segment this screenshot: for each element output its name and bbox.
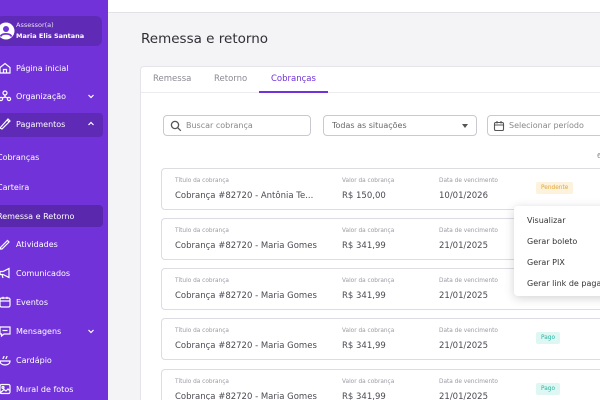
charge-value: R$ 341,99 xyxy=(342,341,386,351)
sidebar-item-label: Cobranças xyxy=(0,153,40,162)
menu-item-generate-pix[interactable]: Gerar PIX xyxy=(527,258,565,267)
charge-title: Cobrança #82720 - Maria Gomes xyxy=(175,392,317,400)
column-label-value: Valor da cobrança xyxy=(342,228,395,234)
sidebar-item-label: Pagamentos xyxy=(16,120,66,129)
sidebar-item-label: Comunicados xyxy=(16,269,71,278)
sidebar-item-label: Eventos xyxy=(16,298,48,307)
table-row[interactable]: Título da cobrança Cobrança #82720 - Ant… xyxy=(161,168,600,210)
sidebar-item-label: Mensagens xyxy=(16,327,62,336)
column-label-title: Título da cobrança xyxy=(175,379,229,385)
charge-due-date: 21/01/2025 xyxy=(439,341,488,351)
sidebar-item-label: Carteira xyxy=(0,183,30,192)
tab-cobrancas[interactable]: Cobranças xyxy=(259,74,328,93)
sidebar-subitem-charges[interactable]: Cobranças xyxy=(0,146,108,168)
charge-due-date: 10/01/2026 xyxy=(439,191,488,201)
status-badge: Pago xyxy=(536,383,561,395)
tab-remessa[interactable]: Remessa xyxy=(153,74,191,93)
sidebar-item-menu[interactable]: Cardápio xyxy=(0,349,108,373)
organization-icon xyxy=(0,90,12,102)
sidebar-item-label: Atividades xyxy=(16,240,58,249)
activities-icon xyxy=(0,239,10,250)
user-name: Maria Elis Santana xyxy=(16,32,85,40)
menu-item-generate-boleto[interactable]: Gerar boleto xyxy=(527,237,577,246)
search-input[interactable] xyxy=(186,118,306,133)
period-placeholder: Selecionar período xyxy=(509,121,584,130)
charge-value: R$ 150,00 xyxy=(342,191,386,201)
chevron-down-icon xyxy=(88,329,94,334)
sidebar-item-home[interactable]: Página inicial xyxy=(0,57,108,81)
table-row[interactable]: Título da cobrança Cobrança #82720 - Mar… xyxy=(161,318,600,360)
chat-icon xyxy=(0,326,11,338)
charge-title: Cobrança #82720 - Antônia Te... xyxy=(175,191,314,201)
charge-due-date: 21/01/2025 xyxy=(439,392,488,400)
status-badge: Pago xyxy=(536,332,561,344)
photo-icon xyxy=(0,383,11,395)
user-card[interactable]: Assessor(a) Maria Elis Santana xyxy=(0,16,102,46)
megaphone-icon xyxy=(0,267,10,279)
column-label-value: Valor da cobrança xyxy=(342,278,395,284)
home-icon xyxy=(0,62,11,74)
calendar-icon xyxy=(0,296,11,308)
column-label-title: Título da cobrança xyxy=(175,228,229,234)
table-row[interactable]: Título da cobrança Cobrança #82720 - Mar… xyxy=(161,369,600,400)
sidebar-item-label: Mural de fotos xyxy=(16,385,74,394)
period-picker[interactable]: Selecionar período xyxy=(487,115,600,136)
sidebar-item-messages[interactable]: Mensagens xyxy=(0,320,108,344)
column-label-due: Data de vencimento xyxy=(439,228,498,234)
page-title: Remessa e retorno xyxy=(141,31,269,47)
sidebar-item-photo-wall[interactable]: Mural de fotos xyxy=(0,378,108,400)
sidebar-item-label: Organização xyxy=(16,92,67,101)
sidebar-item-label: Cardápio xyxy=(16,356,52,365)
sidebar-item-events[interactable]: Eventos xyxy=(0,291,108,315)
charge-due-date: 21/01/2025 xyxy=(439,291,488,301)
top-bar xyxy=(108,0,600,13)
sidebar-item-payments[interactable]: Pagamentos xyxy=(0,113,103,137)
charge-title: Cobrança #82720 - Maria Gomes xyxy=(175,291,317,301)
charge-value: R$ 341,99 xyxy=(342,241,386,251)
column-label-due: Data de vencimento xyxy=(439,328,498,334)
charge-title: Cobrança #82720 - Maria Gomes xyxy=(175,341,317,351)
column-label-due: Data de vencimento xyxy=(439,178,498,184)
sidebar-item-activities[interactable]: Atividades xyxy=(0,233,108,257)
status-badge: Pendente xyxy=(536,182,574,194)
menu-food-icon xyxy=(0,355,11,366)
user-role: Assessor(a) xyxy=(16,21,54,29)
chevron-down-icon xyxy=(88,94,94,99)
tab-bar: Remessa Retorno Cobranças xyxy=(141,67,600,93)
column-label-value: Valor da cobrança xyxy=(342,328,395,334)
column-label-value: Valor da cobrança xyxy=(342,178,395,184)
menu-item-generate-payment-link[interactable]: Gerar link de pagamento xyxy=(527,279,600,288)
charge-title: Cobrança #82720 - Maria Gomes xyxy=(175,241,317,251)
caret-down-icon xyxy=(462,124,468,128)
sidebar-item-label: Página inicial xyxy=(16,64,69,73)
menu-item-view[interactable]: Visualizar xyxy=(527,216,566,225)
charge-due-date: 21/01/2025 xyxy=(439,241,488,251)
sidebar: Assessor(a) Maria Elis Santana Página in… xyxy=(0,0,108,400)
search-icon xyxy=(170,120,182,132)
column-label-due: Data de vencimento xyxy=(439,379,498,385)
charge-value: R$ 341,99 xyxy=(342,291,386,301)
tab-retorno[interactable]: Retorno xyxy=(214,74,247,93)
status-select-value: Todas as situações xyxy=(332,121,407,130)
column-label-value: Valor da cobrança xyxy=(342,379,395,385)
status-select[interactable]: Todas as situações xyxy=(323,115,477,136)
sidebar-item-label: Remessa e Retorno xyxy=(0,212,75,221)
sidebar-item-announcements[interactable]: Comunicados xyxy=(0,262,108,286)
column-label-title: Título da cobrança xyxy=(175,328,229,334)
column-label-title: Título da cobrança xyxy=(175,278,229,284)
column-label-title: Título da cobrança xyxy=(175,178,229,184)
row-actions-menu: Visualizar Gerar boleto Gerar PIX Gerar … xyxy=(514,206,600,296)
calendar-icon xyxy=(493,121,505,132)
sidebar-subitem-remessa-retorno[interactable]: Remessa e Retorno xyxy=(0,205,103,227)
column-label-due: Data de vencimento xyxy=(439,278,498,284)
charge-value: R$ 341,99 xyxy=(342,392,386,400)
sidebar-subitem-wallet[interactable]: Carteira xyxy=(0,176,108,198)
chevron-up-icon xyxy=(88,121,94,126)
search-box xyxy=(163,115,311,136)
sidebar-item-organization[interactable]: Organização xyxy=(0,85,108,109)
user-avatar-icon xyxy=(0,22,15,40)
payment-icon xyxy=(0,118,11,130)
